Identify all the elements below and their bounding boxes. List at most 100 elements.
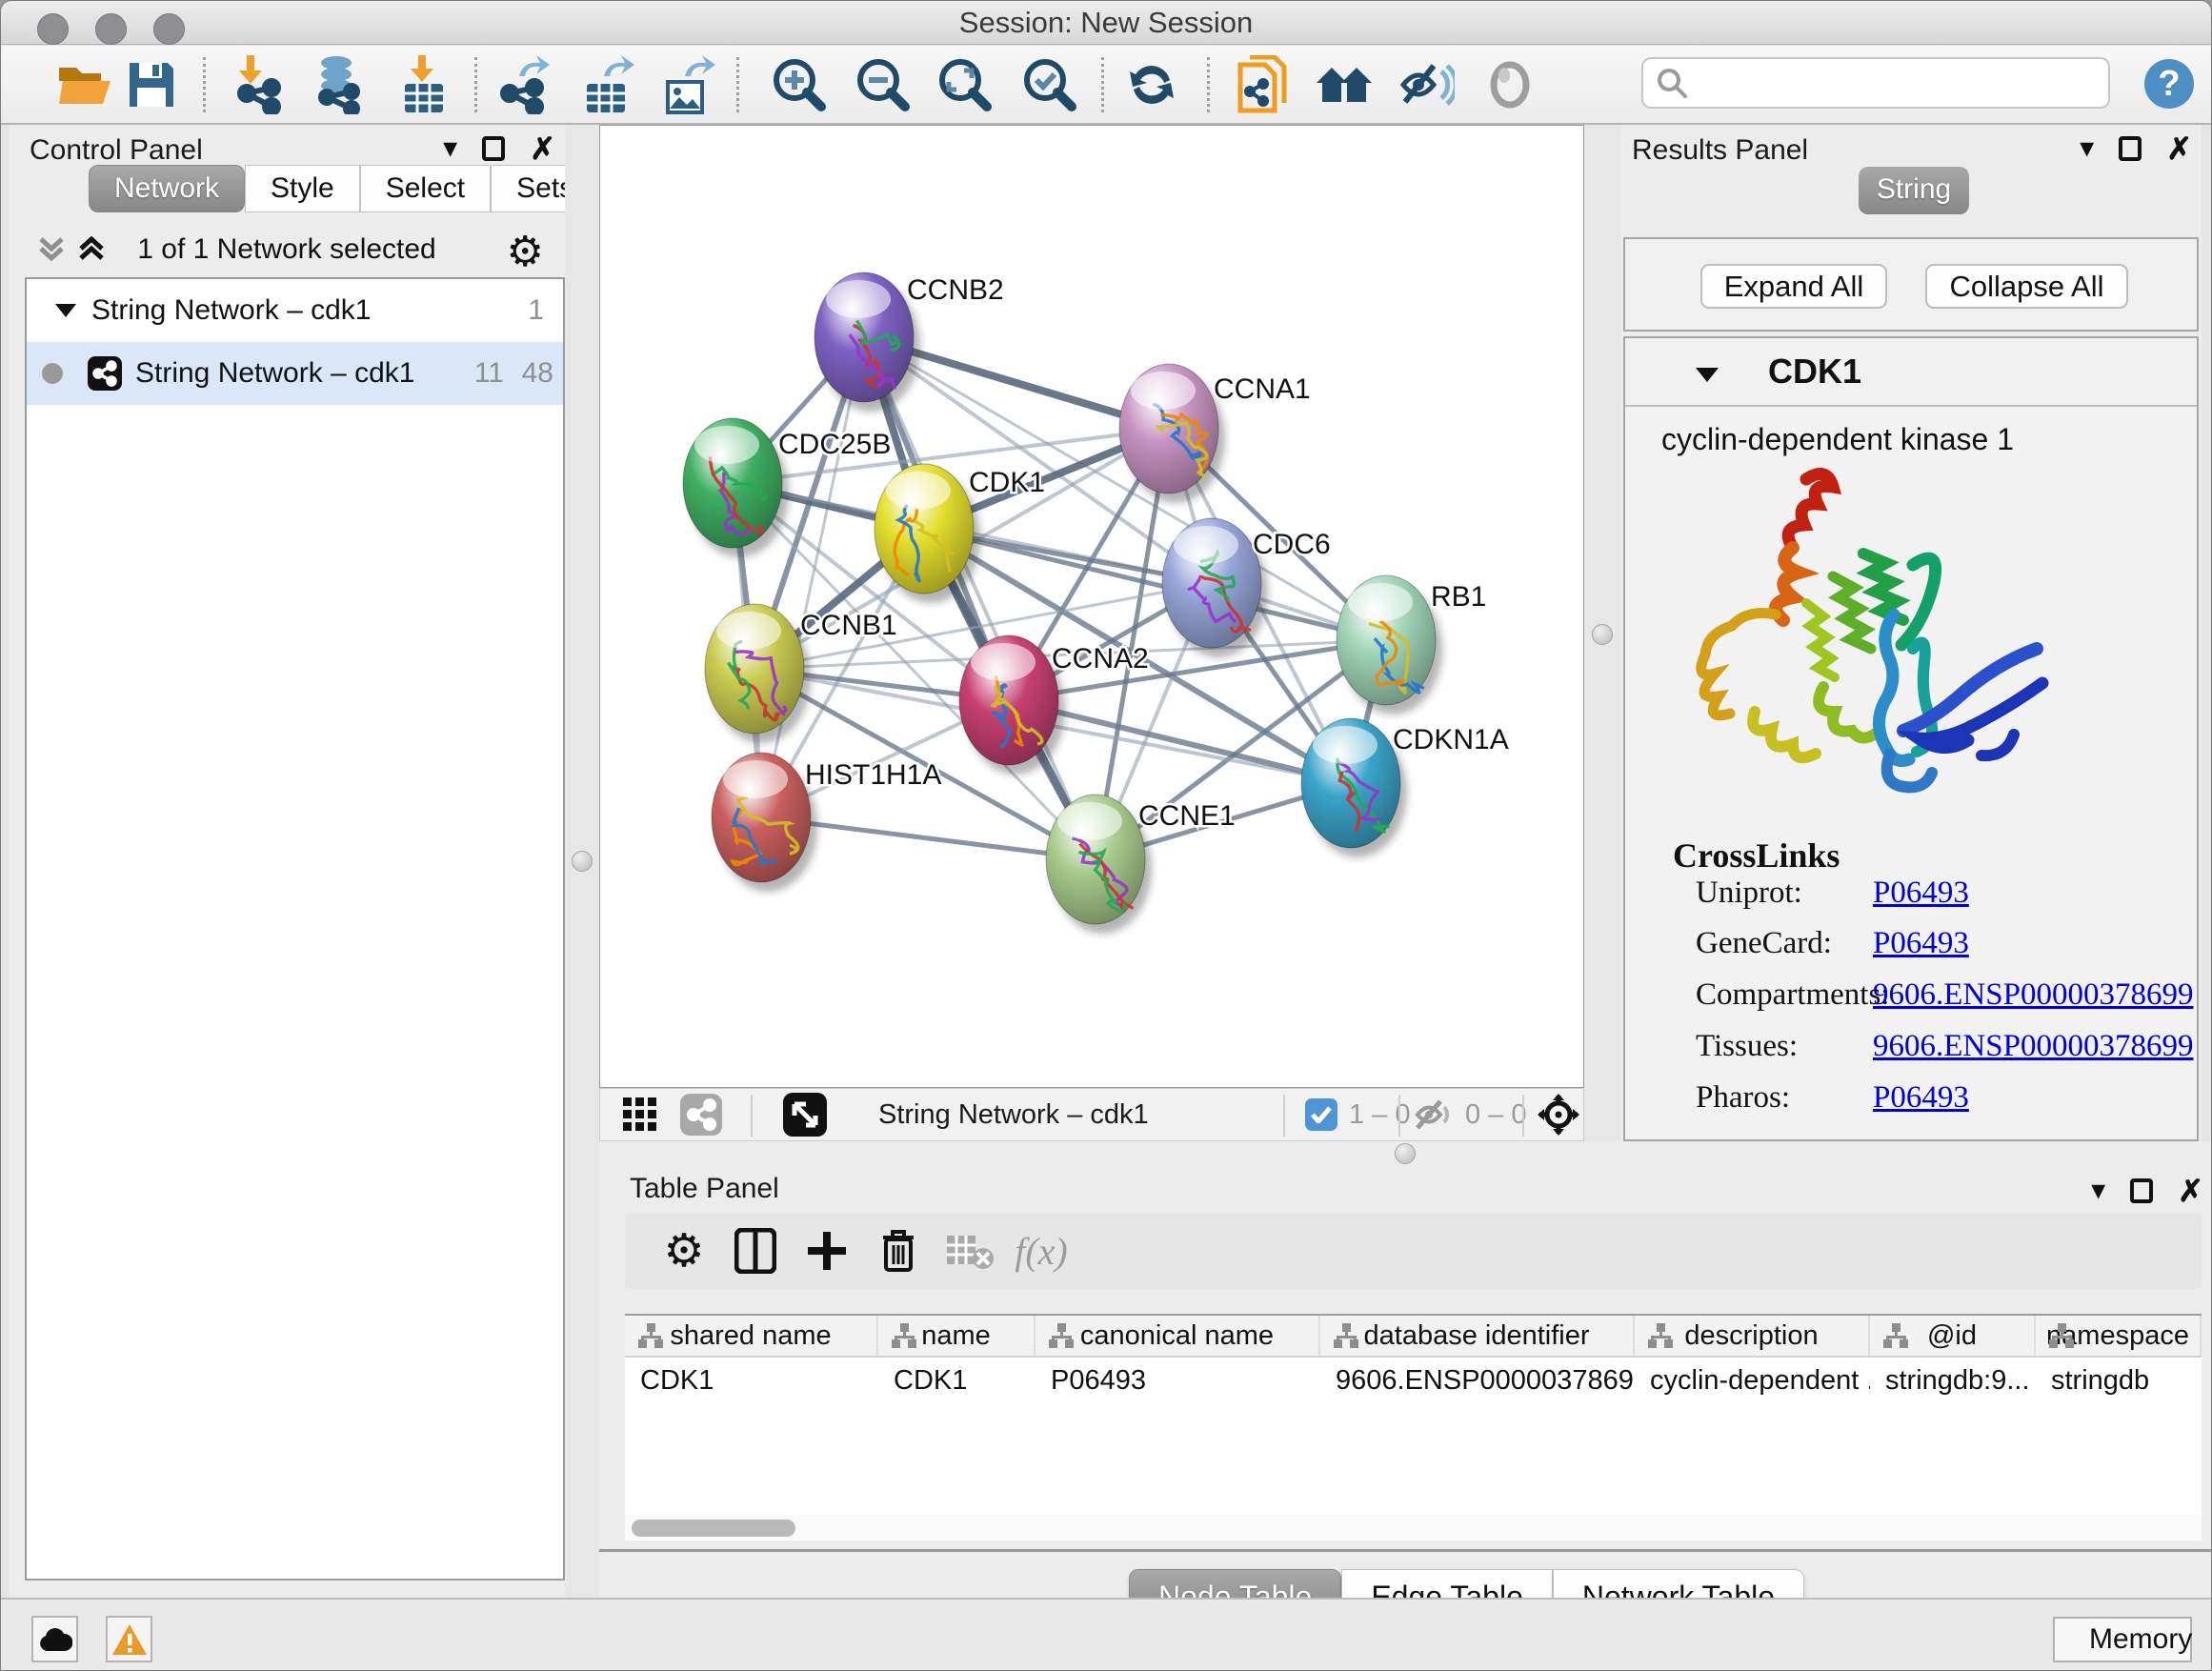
left-splitter-handle[interactable]: [572, 851, 593, 872]
function-builder-icon[interactable]: f(x): [1011, 1220, 1072, 1281]
search-box[interactable]: [1641, 57, 2110, 109]
string-network-graph[interactable]: CCNB2CCNA1CDC25BCDK1CDC6RB1CCNB1CCNA2CDK…: [600, 126, 1583, 1087]
close-panel-icon[interactable]: ✗: [2178, 1177, 2203, 1205]
network-row[interactable]: String Network – cdk1 11 48: [27, 342, 563, 405]
cloud-status-button[interactable]: [31, 1616, 78, 1662]
column-header[interactable]: canonical name: [1036, 1316, 1320, 1356]
export-network-icon[interactable]: [493, 53, 553, 116]
network-collection-row[interactable]: String Network – cdk1 1: [27, 279, 563, 342]
svg-text:CCNA2: CCNA2: [1052, 643, 1149, 674]
add-column-icon[interactable]: [796, 1220, 857, 1281]
crosslink-link[interactable]: 9606.ENSP00000378699: [1873, 977, 2193, 1013]
open-in-window-icon[interactable]: [783, 1089, 827, 1140]
hide-labels-icon[interactable]: [1396, 53, 1457, 116]
tab-network[interactable]: Network: [89, 165, 245, 212]
show-graphics-icon[interactable]: [1479, 53, 1540, 116]
close-panel-icon[interactable]: ✗: [530, 134, 555, 163]
column-header[interactable]: database identifier: [1320, 1316, 1635, 1356]
export-image-icon[interactable]: [658, 53, 719, 116]
warning-status-button[interactable]: [106, 1616, 152, 1662]
memory-button[interactable]: Memory: [2053, 1617, 2192, 1662]
column-header[interactable]: name: [878, 1316, 1036, 1356]
expand-all-button[interactable]: Expand All: [1700, 264, 1887, 309]
gene-description: cyclin-dependent kinase 1: [1661, 422, 2014, 457]
network-options-gear-icon[interactable]: ⚙: [507, 228, 544, 276]
zoom-in-icon[interactable]: [769, 53, 830, 116]
window-minimize-button[interactable]: [95, 13, 127, 45]
panel-menu-icon[interactable]: ▾: [443, 134, 457, 163]
gene-header[interactable]: CDK1: [1625, 338, 2197, 407]
export-table-icon[interactable]: [577, 53, 638, 116]
import-table-icon[interactable]: [393, 53, 454, 116]
collapse-all-button[interactable]: Collapse All: [1925, 264, 2128, 309]
open-session-icon[interactable]: [54, 53, 115, 116]
tab-string[interactable]: String: [1859, 167, 1969, 214]
column-header[interactable]: @id: [1870, 1316, 2036, 1356]
svg-text:CCNB1: CCNB1: [800, 610, 897, 641]
network-overview-icon[interactable]: [680, 1089, 722, 1140]
show-columns-icon[interactable]: [725, 1220, 786, 1281]
toolbar-separator: [736, 57, 739, 112]
float-panel-icon[interactable]: [2119, 136, 2142, 161]
control-panel-title: Control Panel: [30, 134, 203, 167]
table-header-row: shared name name canonical name database…: [625, 1314, 2202, 1358]
gene-expander-icon[interactable]: [1694, 363, 1720, 386]
panel-menu-icon[interactable]: ▾: [2091, 1177, 2105, 1205]
gene-details-box: CDK1 cyclin-dependent kinase 1: [1623, 336, 2199, 1141]
column-header[interactable]: description: [1635, 1316, 1870, 1356]
title-bar: Session: New Session: [1, 1, 2211, 45]
share-document-icon[interactable]: [1232, 53, 1293, 116]
horizontal-splitter-handle[interactable]: [1395, 1143, 1416, 1164]
refresh-icon[interactable]: [1121, 53, 1182, 116]
tab-select[interactable]: Select: [360, 165, 491, 212]
table-row[interactable]: CDK1 CDK1 P06493 9606.ENSP00000378699 cy…: [625, 1358, 2202, 1403]
fit-content-icon[interactable]: [1538, 1089, 1579, 1140]
collection-expander-icon[interactable]: [53, 300, 78, 321]
panel-menu-icon[interactable]: ▾: [2080, 134, 2094, 163]
delete-table-icon[interactable]: [939, 1220, 1000, 1281]
home-icon[interactable]: [1314, 53, 1375, 116]
right-splitter[interactable]: [1584, 125, 1620, 1146]
left-splitter[interactable]: [565, 125, 599, 1598]
svg-text:HIST1H1A: HIST1H1A: [805, 759, 941, 791]
zoom-out-icon[interactable]: [853, 53, 914, 116]
crosslink-link[interactable]: 9606.ENSP00000378699: [1873, 1029, 2193, 1064]
help-icon[interactable]: ?: [2144, 59, 2194, 109]
crosslink-link[interactable]: P06493: [1873, 876, 1969, 911]
birds-eye-view-icon[interactable]: [621, 1089, 659, 1140]
window-zoom-button[interactable]: [153, 13, 185, 45]
import-network-icon[interactable]: [230, 53, 291, 116]
float-panel-icon[interactable]: [2130, 1178, 2153, 1203]
bar-separator: [1398, 1095, 1400, 1137]
selected-checkbox-icon[interactable]: [1305, 1098, 1337, 1131]
network-view-canvas[interactable]: CCNB2CCNA1CDC25BCDK1CDC6RB1CCNB1CCNA2CDK…: [599, 125, 1584, 1088]
zoom-selected-icon[interactable]: [1019, 53, 1080, 116]
search-input[interactable]: [1697, 68, 2108, 98]
right-splitter-handle[interactable]: [1592, 624, 1613, 645]
bar-separator: [751, 1095, 753, 1137]
network-label: String Network – cdk1: [135, 357, 414, 390]
delete-column-icon[interactable]: [868, 1220, 929, 1281]
window-close-button[interactable]: [37, 13, 69, 45]
import-database-icon[interactable]: [308, 53, 369, 116]
table-options-gear-icon[interactable]: ⚙: [654, 1220, 714, 1281]
zoom-fit-icon[interactable]: [935, 53, 995, 116]
results-panel: Results Panel ▾ ✗ String Expand All Coll…: [1620, 125, 2202, 1146]
save-session-icon[interactable]: [121, 53, 182, 116]
bar-separator: [1522, 1095, 1524, 1137]
column-header[interactable]: namespace: [2036, 1316, 2202, 1356]
crosslink-row: Tissues: 9606.ENSP00000378699: [1696, 1029, 2191, 1071]
scrollbar-thumb[interactable]: [632, 1520, 795, 1537]
float-panel-icon[interactable]: [482, 136, 505, 161]
crosslink-row: Compartments: 9606.ENSP00000378699: [1696, 977, 2191, 1019]
horizontal-scrollbar[interactable]: [625, 1516, 2202, 1540]
crosslink-link[interactable]: P06493: [1873, 926, 1969, 961]
control-panel-tabs: Network Style Select Sets: [89, 165, 599, 212]
close-panel-icon[interactable]: ✗: [2166, 134, 2192, 163]
svg-text:CDKN1A: CDKN1A: [1393, 724, 1509, 755]
crosslink-link[interactable]: P06493: [1873, 1080, 1969, 1116]
column-header[interactable]: shared name: [625, 1316, 878, 1356]
crosslink-label: Compartments:: [1696, 977, 1889, 1012]
tab-style[interactable]: Style: [245, 165, 360, 212]
application-window: Session: New Session: [0, 0, 2212, 1671]
